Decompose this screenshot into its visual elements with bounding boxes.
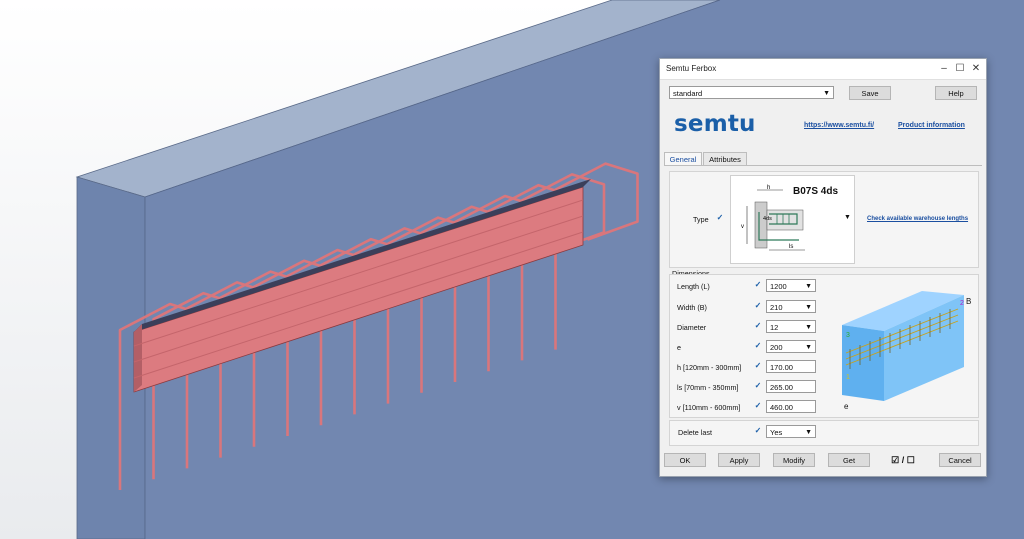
- dimension-label: e: [677, 343, 681, 352]
- dimension-input[interactable]: 265.00: [766, 380, 816, 393]
- delete-last-value: Yes: [770, 428, 783, 437]
- chevron-down-icon: ▼: [805, 429, 812, 436]
- dimension-select[interactable]: 12 ▼: [766, 320, 816, 333]
- preview-label-3: 3: [846, 332, 850, 339]
- help-button[interactable]: Help: [935, 86, 977, 100]
- diagram-h-label: h: [767, 185, 770, 191]
- dimension-value: 265.00: [770, 383, 793, 392]
- dimension-input[interactable]: 460.00: [766, 400, 816, 413]
- dimension-checkbox[interactable]: ✓: [754, 362, 762, 370]
- product-info-link[interactable]: Product information: [898, 122, 965, 129]
- product-preview: 2 B 3 1 e: [842, 291, 971, 411]
- cancel-button[interactable]: Cancel: [939, 453, 981, 467]
- chevron-down-icon: ▼: [823, 90, 830, 97]
- semtu-logo: semtu: [674, 111, 756, 137]
- dimension-checkbox[interactable]: ✓: [754, 281, 762, 289]
- modify-button[interactable]: Modify: [773, 453, 815, 467]
- dimension-checkbox[interactable]: ✓: [754, 342, 762, 350]
- dimension-label: Length (L): [677, 282, 710, 291]
- delete-last-checkbox[interactable]: ✓: [754, 427, 762, 435]
- chevron-down-icon: ▼: [805, 324, 812, 331]
- ok-button[interactable]: OK: [664, 453, 706, 467]
- chevron-down-icon: ▼: [805, 344, 812, 351]
- ferbox-dialog: Semtu Ferbox – ☐ ✕ standard ▼ Save Help …: [659, 58, 987, 477]
- dimension-value: 460.00: [770, 403, 793, 412]
- get-button[interactable]: Get: [828, 453, 870, 467]
- dimension-checkbox[interactable]: ✓: [754, 382, 762, 390]
- dimension-value: 12: [770, 323, 779, 332]
- apply-button[interactable]: Apply: [718, 453, 760, 467]
- type-label: Type: [693, 215, 709, 224]
- dimension-select[interactable]: 1200 ▼: [766, 279, 816, 292]
- dimension-checkbox[interactable]: ✓: [754, 302, 762, 310]
- type-dropdown-arrow[interactable]: ▼: [844, 214, 851, 221]
- delete-last-select[interactable]: Yes ▼: [766, 425, 816, 438]
- close-icon[interactable]: ✕: [968, 61, 984, 77]
- window-title: Semtu Ferbox: [666, 64, 717, 73]
- dimension-select[interactable]: 210 ▼: [766, 300, 816, 313]
- diagram-ls-label: ls: [789, 244, 793, 250]
- preview-label-2: 2: [960, 300, 964, 307]
- diagram-ds-label: 4ds: [763, 216, 772, 222]
- dimension-label: Width (B): [677, 303, 707, 312]
- dimension-label: ls [70mm - 350mm]: [677, 383, 739, 392]
- preview-label-b: B: [966, 297, 971, 306]
- preview-label-1: 1: [846, 374, 850, 381]
- tab-general[interactable]: General: [664, 152, 702, 166]
- chevron-down-icon: ▼: [805, 304, 812, 311]
- preview-label-e: e: [844, 402, 849, 411]
- minimize-icon[interactable]: –: [936, 61, 952, 77]
- website-link[interactable]: https://www.semtu.fi/: [804, 122, 874, 129]
- dimension-select[interactable]: 200 ▼: [766, 340, 816, 353]
- tab-attributes[interactable]: Attributes: [703, 152, 747, 165]
- dimension-label: h [120mm - 300mm]: [677, 363, 742, 372]
- dimension-value: 200: [770, 343, 783, 352]
- type-diagram: h 4ds v ls: [741, 185, 805, 251]
- title-bar: Semtu Ferbox – ☐ ✕: [660, 59, 986, 80]
- select-toggle-button[interactable]: ☑ / ☐: [882, 453, 924, 467]
- type-checkbox[interactable]: ✓: [716, 214, 724, 222]
- dimension-label: v [110mm - 600mm]: [677, 403, 741, 412]
- preset-select[interactable]: standard ▼: [669, 86, 834, 99]
- dimension-value: 210: [770, 303, 783, 312]
- dimension-value: 170.00: [770, 363, 793, 372]
- dimension-input[interactable]: 170.00: [766, 360, 816, 373]
- save-button[interactable]: Save: [849, 86, 891, 100]
- chevron-down-icon: ▼: [805, 283, 812, 290]
- delete-last-group: [669, 420, 979, 446]
- warehouse-lengths-link[interactable]: Check available warehouse lengths: [867, 216, 968, 222]
- type-selector[interactable]: B07S 4ds h 4ds v ls: [730, 175, 855, 264]
- preset-value: standard: [673, 89, 703, 98]
- delete-last-label: Delete last: [678, 428, 712, 437]
- dimension-checkbox[interactable]: ✓: [754, 322, 762, 330]
- dimension-label: Diameter: [677, 323, 707, 332]
- dimension-value: 1200: [770, 282, 787, 291]
- dimension-checkbox[interactable]: ✓: [754, 402, 762, 410]
- maximize-icon[interactable]: ☐: [952, 61, 968, 77]
- diagram-v-label: v: [741, 224, 744, 230]
